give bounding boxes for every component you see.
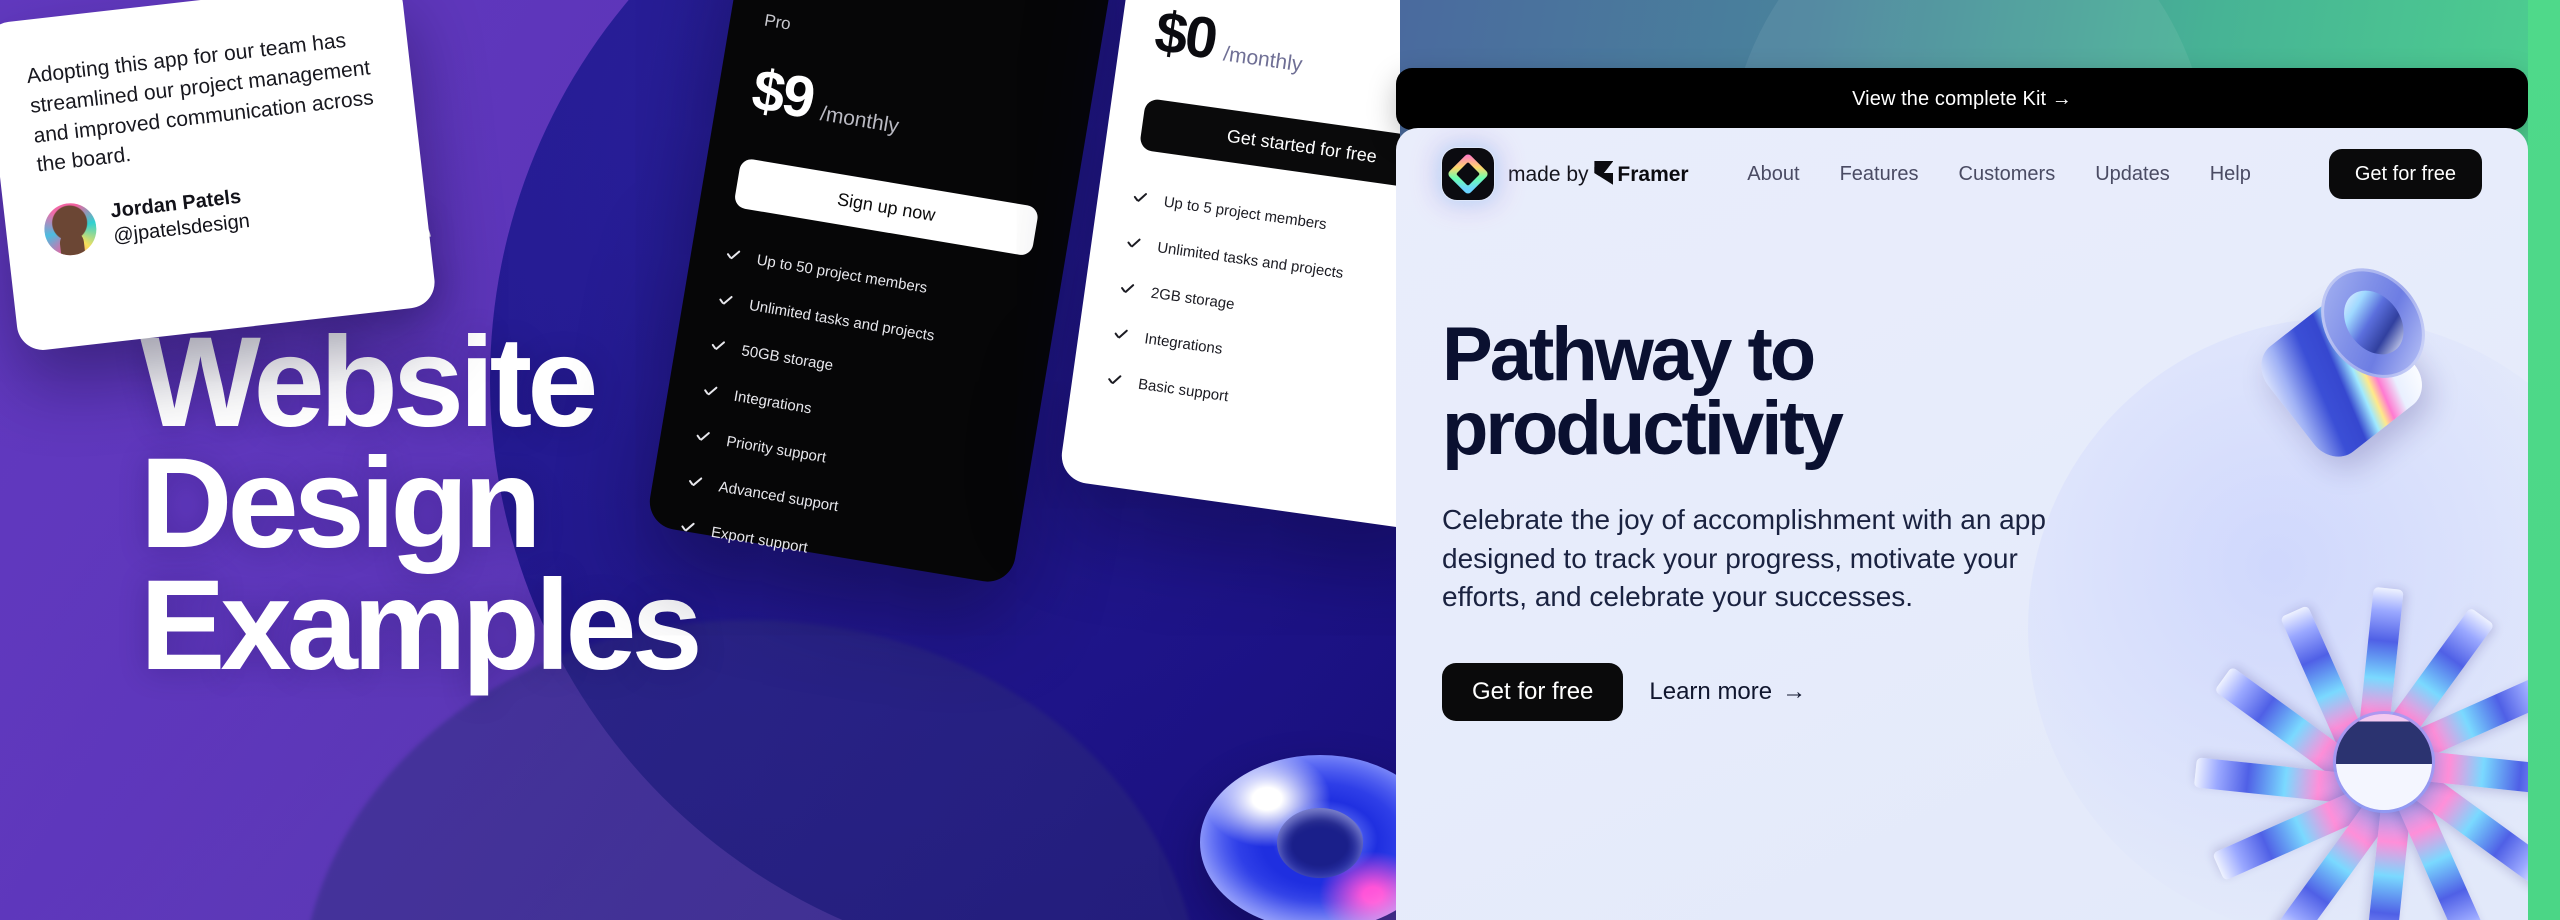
testimonial-author-meta: Jordan Patels @jpatelsdesign [109,184,251,249]
check-icon [724,247,742,265]
pro-price-period: /monthly [818,102,901,138]
brand-block[interactable]: made by Framer [1442,148,1689,200]
hero-learn-more-label: Learn more [1649,677,1773,705]
testimonial-author: Jordan Patels @jpatelsdesign [41,168,390,259]
list-item: Basic support [1105,371,1426,433]
framer-brand-name: Framer [1617,163,1689,186]
made-by-text: made by [1508,163,1589,186]
free-feature-text: Integrations [1143,330,1224,358]
hero-section: Pathway to productivity Celebrate the jo… [1442,312,2122,721]
pro-price: $9 [747,56,819,132]
nav-link-customers[interactable]: Customers [1959,163,2056,186]
check-icon [1131,190,1149,208]
arrow-right-icon: → [1782,677,1807,705]
avatar [41,200,100,259]
nav-link-help[interactable]: Help [2210,163,2251,186]
green-accent-strip [2528,0,2560,920]
starburst-hub [2336,714,2432,810]
hero-title: Pathway to productivity [1442,312,2122,472]
check-icon [709,338,727,356]
promo-headline-line-4: Examples [140,553,703,697]
framer-app-icon [1442,148,1494,200]
free-feature-text: 2GB storage [1149,284,1236,314]
pro-signup-button[interactable]: Sign up now [733,157,1040,257]
testimonial-quote: Adopting this app for our team has strea… [25,28,375,177]
check-icon [716,292,734,310]
check-icon [1105,372,1123,390]
glass-cylinder-3d-decoration [2239,245,2477,484]
free-feature-text: Up to 5 project members [1162,193,1328,234]
check-icon [686,474,704,492]
free-feature-text: Unlimited tasks and projects [1156,239,1345,283]
promo-headline-line-3: Design [140,432,542,576]
view-complete-kit-bar[interactable]: View the complete Kit → [1396,68,2528,130]
pro-price-row: $9 /monthly [747,56,1056,172]
check-icon [1125,235,1143,253]
pro-feature-text: Up to 50 project members [755,251,929,297]
check-icon [1118,281,1136,299]
nav-link-updates[interactable]: Updates [2095,163,2170,186]
nav-link-about[interactable]: About [1747,163,1799,186]
screenshot-stage: ui ux D s SaaS Website Design Examples P… [0,0,2560,920]
hero-learn-more-button[interactable]: Learn more → [1649,678,1806,706]
glass-starburst-3d-decoration [2184,562,2528,920]
free-price: $0 [1151,0,1220,72]
hero-title-line-2: productivity [1442,386,1844,472]
testimonial-card: Adopting this app for our team has strea… [0,0,438,353]
pro-feature-text: Advanced support [717,478,840,516]
pro-feature-text: Integrations [732,387,813,418]
website-preview: made by Framer About Features Customers … [1396,128,2528,920]
made-by-label: made by Framer [1508,161,1689,187]
check-icon [694,428,712,446]
pro-feature-list: Up to 50 project members Unlimited tasks… [678,246,1024,585]
promo-headline-line-2: Website [140,310,598,454]
nav-link-features[interactable]: Features [1840,163,1919,186]
pro-feature-text: 50GB storage [740,342,835,375]
hero-title-line-1: Pathway to [1442,312,1816,397]
framer-logo-icon [1594,161,1614,185]
hero-body-text: Celebrate the joy of accomplishment with… [1442,503,2046,613]
check-icon [1112,326,1130,344]
nav-get-for-free-button[interactable]: Get for free [2328,149,2482,199]
check-icon [678,519,696,537]
pro-feature-text: Unlimited tasks and projects [747,296,936,345]
free-price-period: /monthly [1221,42,1304,77]
free-feature-text: Basic support [1137,375,1230,406]
check-icon [701,383,719,401]
pro-feature-text: Priority support [725,433,828,467]
hero-cta-row: Get for free Learn more → [1442,662,2122,721]
hero-get-for-free-button[interactable]: Get for free [1442,662,1624,721]
preview-navbar: made by Framer About Features Customers … [1396,128,2528,220]
nav-links: About Features Customers Updates Help Ge… [1747,149,2482,199]
